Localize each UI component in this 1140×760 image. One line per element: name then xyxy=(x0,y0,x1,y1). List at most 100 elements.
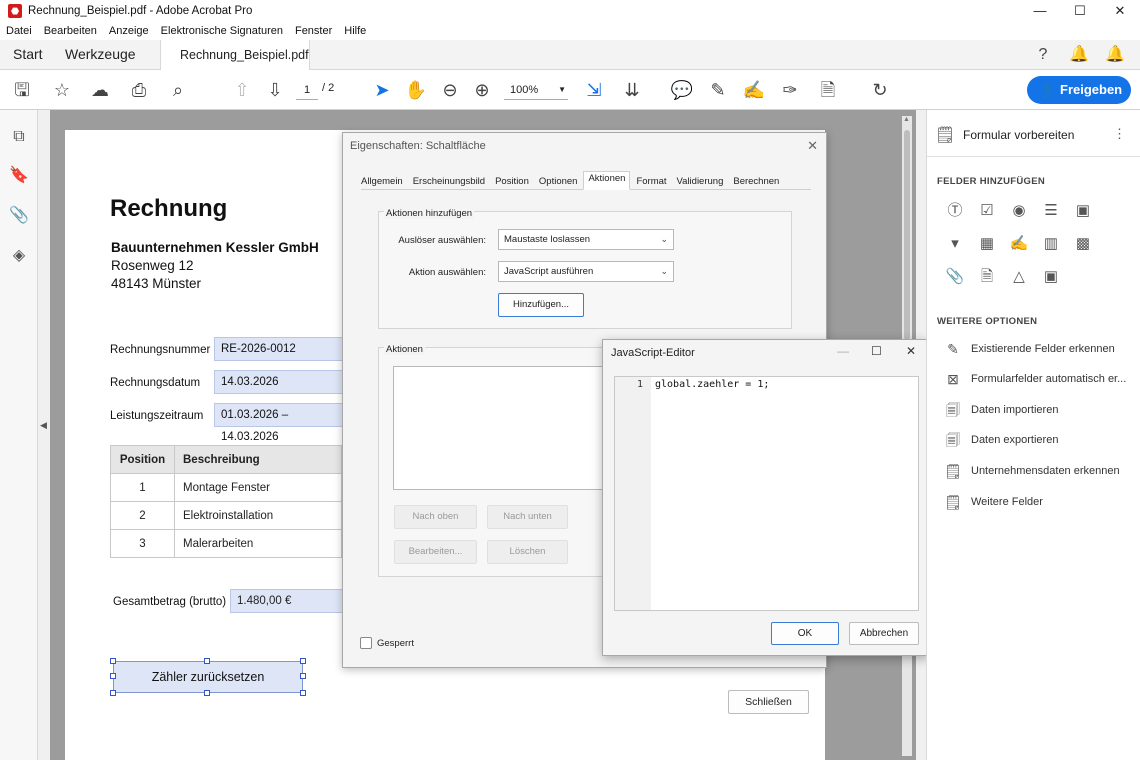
tab-document[interactable]: Rechnung_Beispiel.pdf xyxy=(160,40,310,70)
close-icon[interactable]: ✕ xyxy=(906,344,916,358)
trigger-select[interactable]: Maustaste loslassen ⌄ xyxy=(498,229,674,250)
pages-icon[interactable]: ⧉ xyxy=(8,126,30,148)
resize-handle[interactable] xyxy=(300,690,306,696)
menu-elektronische-signaturen[interactable]: Elektronische Signaturen xyxy=(161,25,283,37)
tab-format[interactable]: Format xyxy=(636,174,666,189)
zoom-select[interactable]: 100% ▼ xyxy=(504,80,568,100)
fit-page-icon[interactable]: ⇲ xyxy=(582,78,606,102)
highlight-pen-icon[interactable]: ✎ xyxy=(706,78,730,102)
code-line[interactable]: global.zaehler = 1; xyxy=(655,379,769,390)
scroll-mode-icon[interactable]: ⇊ xyxy=(620,78,644,102)
print-icon[interactable]: ⎙ xyxy=(127,78,151,102)
invoice-date-field[interactable]: 14.03.2026 xyxy=(214,370,342,394)
menu-datei[interactable]: Datei xyxy=(6,25,32,37)
option-export-data[interactable]: 🗐 Daten exportieren xyxy=(943,430,1138,450)
rotate-icon[interactable]: ↻ xyxy=(868,78,892,102)
barcode-icon[interactable]: ▥ xyxy=(1040,233,1062,255)
tab-start[interactable]: Start xyxy=(13,46,43,62)
move-down-button[interactable]: Nach unten xyxy=(487,505,568,529)
resize-handle[interactable] xyxy=(300,658,306,664)
invoice-number-field[interactable]: RE-2026-0012 xyxy=(214,337,342,361)
more-options-icon[interactable]: ⋮ xyxy=(1113,126,1126,142)
option-detect-company-data[interactable]: 🗒 Unternehmensdaten erkennen xyxy=(943,461,1138,481)
service-period-field[interactable]: 01.03.2026 – 14.03.2026 xyxy=(214,403,342,443)
list-box-icon[interactable]: ☰ xyxy=(1040,200,1062,222)
tab-validierung[interactable]: Validierung xyxy=(677,174,724,189)
date-field-icon[interactable]: ▩ xyxy=(1072,233,1094,255)
minimize-icon[interactable]: — xyxy=(837,344,849,358)
action-select[interactable]: JavaScript ausführen ⌄ xyxy=(498,261,674,282)
scrollbar-thumb[interactable] xyxy=(904,130,910,340)
menu-anzeige[interactable]: Anzeige xyxy=(109,25,149,37)
close-icon[interactable]: ✕ xyxy=(807,138,818,154)
menu-fenster[interactable]: Fenster xyxy=(295,25,332,37)
minimize-icon[interactable]: — xyxy=(1020,0,1060,22)
tab-tools[interactable]: Werkzeuge xyxy=(65,46,136,62)
page-up-icon[interactable]: ⇧ xyxy=(230,78,254,102)
reset-counter-button-field[interactable]: Zähler zurücksetzen xyxy=(113,661,303,693)
draw-icon[interactable]: ✍ xyxy=(742,78,766,102)
save-icon[interactable]: 🖫 xyxy=(10,78,34,102)
hand-icon[interactable]: ✋ xyxy=(404,78,428,102)
close-icon[interactable]: ✕ xyxy=(1100,0,1140,22)
cancel-button[interactable]: Abbrechen xyxy=(849,622,919,645)
picture-icon[interactable]: ▣ xyxy=(1040,266,1062,288)
tab-allgemein[interactable]: Allgemein xyxy=(361,174,403,189)
tab-berechnen[interactable]: Berechnen xyxy=(733,174,779,189)
maximize-icon[interactable]: ☐ xyxy=(871,344,882,358)
total-field[interactable]: 1.480,00 € xyxy=(230,589,342,613)
add-button[interactable]: Hinzufügen... xyxy=(498,293,584,317)
text-field-icon[interactable]: Ⓣ xyxy=(944,200,966,222)
bookmark-icon[interactable]: 🔖 xyxy=(8,165,30,187)
page-number-input[interactable]: 1 xyxy=(296,80,318,100)
search-zoom-icon[interactable]: ⌕ xyxy=(166,78,190,102)
shapes-icon[interactable]: △ xyxy=(1008,266,1030,288)
resize-handle[interactable] xyxy=(110,658,116,664)
collapse-left-icon[interactable]: ◀ xyxy=(40,420,47,431)
help-icon[interactable]: ? xyxy=(1032,44,1054,66)
option-more-fields[interactable]: 🗒 Weitere Felder xyxy=(943,492,1138,512)
tab-aktionen[interactable]: Aktionen xyxy=(583,171,631,190)
option-auto-detect-form-fields[interactable]: ⊠ Formularfelder automatisch er... xyxy=(943,369,1138,389)
page-down-icon[interactable]: ⇩ xyxy=(263,78,287,102)
document-icon[interactable]: 🗎 xyxy=(816,78,840,102)
option-detect-fields[interactable]: ✎ Existierende Felder erkennen xyxy=(943,339,1138,359)
delete-button[interactable]: Löschen xyxy=(487,540,568,564)
button-field-icon[interactable]: ▣ xyxy=(1072,200,1094,222)
resize-handle[interactable] xyxy=(110,673,116,679)
resize-handle[interactable] xyxy=(204,658,210,664)
tab-erscheinungsbild[interactable]: Erscheinungsbild xyxy=(413,174,485,189)
resize-handle[interactable] xyxy=(300,673,306,679)
locked-checkbox[interactable] xyxy=(360,637,372,649)
option-import-data[interactable]: 🗐 Daten importieren xyxy=(943,400,1138,420)
move-up-button[interactable]: Nach oben xyxy=(394,505,477,529)
attachment-icon[interactable]: 📎 xyxy=(8,205,30,227)
signature-field-icon[interactable]: ✍ xyxy=(1008,233,1030,255)
tab-position[interactable]: Position xyxy=(495,174,529,189)
select-pointer-icon[interactable]: ➤ xyxy=(370,78,394,102)
star-icon[interactable]: ☆ xyxy=(50,78,74,102)
document-field-icon[interactable]: 🗎 xyxy=(976,266,998,288)
zoom-in-icon[interactable]: ⊕ xyxy=(470,78,494,102)
layers-icon[interactable]: ◈ xyxy=(8,245,30,267)
bell-icon[interactable]: 🔔 xyxy=(1068,44,1090,66)
maximize-icon[interactable]: ☐ xyxy=(1060,0,1100,22)
zoom-out-icon[interactable]: ⊖ xyxy=(438,78,462,102)
dropdown-icon[interactable]: ▾ xyxy=(944,233,966,255)
share-button[interactable]: 👤 Freigeben xyxy=(1027,76,1131,104)
image-field-icon[interactable]: ▦ xyxy=(976,233,998,255)
resize-handle[interactable] xyxy=(110,690,116,696)
sign-icon[interactable]: ✑ xyxy=(778,78,802,102)
ok-button[interactable]: OK xyxy=(771,622,839,645)
comment-icon[interactable]: 💬 xyxy=(670,78,694,102)
resize-handle[interactable] xyxy=(204,690,210,696)
menu-bearbeiten[interactable]: Bearbeiten xyxy=(44,25,97,37)
upload-cloud-icon[interactable]: ☁ xyxy=(88,78,112,102)
radio-button-icon[interactable]: ◉ xyxy=(1008,200,1030,222)
attachment-field-icon[interactable]: 📎 xyxy=(944,266,966,288)
tab-optionen[interactable]: Optionen xyxy=(539,174,578,189)
notification-bell-icon[interactable]: 🔔 xyxy=(1104,44,1126,66)
scroll-up-icon[interactable]: ▲ xyxy=(903,116,910,123)
menu-hilfe[interactable]: Hilfe xyxy=(344,25,366,37)
close-button[interactable]: Schließen xyxy=(728,690,809,714)
